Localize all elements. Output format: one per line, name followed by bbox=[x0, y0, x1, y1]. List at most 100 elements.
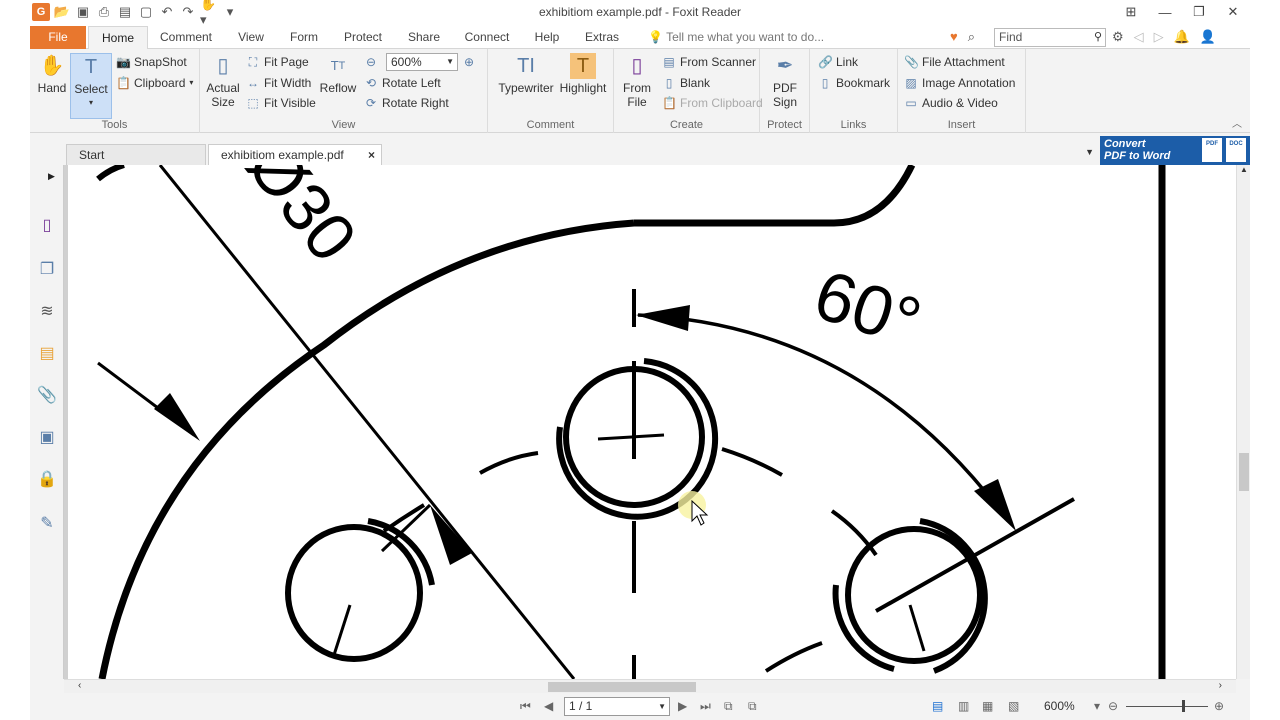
pdf-to-word-icon: PDF DOC bbox=[1202, 138, 1246, 162]
security-lock-icon[interactable]: 🔒 bbox=[35, 467, 59, 491]
close-button[interactable]: ✕ bbox=[1216, 0, 1250, 24]
search-icon[interactable]: ⚲ bbox=[1094, 29, 1102, 46]
right-frame bbox=[1250, 0, 1280, 720]
image-annotation-button[interactable]: ▨ Image Annotation bbox=[904, 74, 1015, 92]
previous-page-icon[interactable]: ◀ bbox=[544, 699, 553, 713]
file-tab[interactable]: File bbox=[30, 26, 86, 49]
restore-button[interactable]: ❐ bbox=[1182, 0, 1216, 24]
reflow-label: Reflow bbox=[319, 81, 357, 95]
zoom-slider-knob[interactable] bbox=[1182, 700, 1185, 712]
audio-video-button[interactable]: ▭ Audio & Video bbox=[904, 94, 998, 112]
tab-home[interactable]: Home bbox=[88, 26, 148, 50]
forward-icon[interactable]: ▷ bbox=[1154, 29, 1164, 45]
heart-icon[interactable]: ♥ bbox=[950, 29, 958, 45]
scroll-left-icon[interactable]: ‹ bbox=[78, 680, 81, 691]
tab-comment[interactable]: Comment bbox=[154, 26, 218, 49]
scroll-right-icon[interactable]: › bbox=[1219, 680, 1222, 691]
continuous-view-icon[interactable]: ▥ bbox=[958, 699, 969, 713]
angle-dimension-label: 60° bbox=[805, 255, 930, 362]
notification-bell-icon[interactable]: 🔔 bbox=[1174, 29, 1190, 45]
ribbon-options-icon[interactable]: ⊞ bbox=[1114, 0, 1148, 24]
page-number-value: 1 / 1 bbox=[569, 699, 593, 713]
first-page-icon[interactable]: ⏮ bbox=[520, 699, 531, 714]
back-icon[interactable]: ◁ bbox=[1134, 29, 1144, 45]
from-clipboard-button[interactable]: 📋 From Clipboard bbox=[662, 94, 763, 112]
hand-icon: ✋ bbox=[39, 55, 65, 77]
fit-visible-button[interactable]: ⬚ Fit Visible bbox=[246, 94, 315, 112]
layers-panel-icon[interactable]: ≋ bbox=[35, 299, 59, 323]
fit-width-button[interactable]: ↔ Fit Width bbox=[246, 74, 311, 92]
next-view-icon[interactable]: ⧉ bbox=[748, 699, 757, 714]
digital-id-icon[interactable]: ✎ bbox=[35, 511, 59, 535]
page-number-field[interactable]: 1 / 1 ▼ bbox=[564, 697, 670, 716]
zoom-out-icon[interactable]: ⊖ bbox=[1108, 699, 1118, 713]
horizontal-scrollbar[interactable]: ‹ › bbox=[64, 679, 1236, 693]
reflow-button[interactable]: TT Reflow bbox=[318, 53, 358, 96]
attachments-panel-icon[interactable]: 📎 bbox=[35, 383, 59, 407]
snapshot-button[interactable]: 📷 SnapShot bbox=[116, 53, 187, 71]
zoom-in-icon[interactable]: ⊕ bbox=[1214, 699, 1224, 713]
tab-connect[interactable]: Connect bbox=[462, 26, 512, 49]
previous-view-icon[interactable]: ⧉ bbox=[724, 699, 733, 714]
window-title: exhibitiom example.pdf - Foxit Reader bbox=[538, 5, 742, 19]
tab-form[interactable]: Form bbox=[284, 26, 324, 49]
tab-share[interactable]: Share bbox=[404, 26, 444, 49]
highlight-button[interactable]: T Highlight bbox=[558, 53, 608, 95]
actual-size-button[interactable]: ▯ Actual Size bbox=[204, 53, 242, 109]
technical-drawing: Ø30 60° bbox=[64, 165, 1166, 679]
last-page-icon[interactable]: ⏭ bbox=[700, 699, 711, 714]
blank-button[interactable]: ▯ Blank bbox=[662, 74, 710, 92]
next-page-icon[interactable]: ▶ bbox=[678, 699, 687, 713]
pdf-sign-button[interactable]: ✒ PDF Sign bbox=[766, 53, 804, 109]
bookmark-button[interactable]: ▯ Bookmark bbox=[818, 74, 890, 92]
signatures-panel-icon[interactable]: ▣ bbox=[35, 425, 59, 449]
zoom-select[interactable]: 600% ▼ bbox=[386, 53, 458, 71]
link-button[interactable]: 🔗 Link bbox=[818, 53, 858, 71]
tab-extras[interactable]: Extras bbox=[582, 26, 622, 49]
tab-list-dropdown-icon[interactable]: ▼ bbox=[1085, 147, 1094, 157]
file-attachment-button[interactable]: 📎 File Attachment bbox=[904, 53, 1005, 71]
single-page-view-icon[interactable]: ▤ bbox=[932, 699, 943, 713]
zoom-out-button[interactable]: ⊖ bbox=[364, 53, 378, 71]
document-view[interactable]: Ø30 60° bbox=[64, 165, 1236, 679]
comments-panel-icon[interactable]: ▤ bbox=[35, 341, 59, 365]
vertical-scrollbar[interactable]: ▲ bbox=[1236, 165, 1250, 679]
user-account-icon[interactable]: 👤 bbox=[1200, 29, 1216, 45]
zoom-in-button[interactable]: ⊕ bbox=[462, 53, 476, 71]
continuous-facing-view-icon[interactable]: ▧ bbox=[1008, 699, 1019, 713]
clipboard-button[interactable]: 📋 Clipboard ▾ bbox=[116, 74, 193, 92]
select-text-icon: T bbox=[84, 56, 98, 78]
tab-help[interactable]: Help bbox=[530, 26, 564, 49]
vertical-scroll-thumb[interactable] bbox=[1239, 453, 1249, 491]
pages-panel-icon[interactable]: ❐ bbox=[35, 257, 59, 281]
find-input[interactable]: Find ⚲ bbox=[994, 28, 1106, 47]
close-tab-icon[interactable]: × bbox=[368, 145, 375, 165]
scroll-up-icon[interactable]: ▲ bbox=[1239, 165, 1249, 175]
search-doc-icon[interactable]: ⌕ bbox=[968, 29, 975, 45]
rotate-left-button[interactable]: ⟲ Rotate Left bbox=[364, 74, 441, 92]
start-tab[interactable]: Start bbox=[66, 144, 206, 165]
typewriter-button[interactable]: TI Typewriter bbox=[496, 53, 556, 95]
facing-view-icon[interactable]: ▦ bbox=[982, 699, 993, 713]
horizontal-scroll-thumb[interactable] bbox=[548, 682, 696, 692]
zoom-slider[interactable] bbox=[1126, 700, 1208, 712]
select-tool-button[interactable]: T Select ▾ bbox=[70, 53, 112, 119]
minimize-button[interactable]: — bbox=[1148, 0, 1182, 24]
fit-page-button[interactable]: ⛶ Fit Page bbox=[246, 53, 309, 71]
zoom-dropdown-icon[interactable]: ▾ bbox=[1094, 699, 1100, 713]
tell-me-search[interactable]: 💡 Tell me what you want to do... bbox=[648, 30, 824, 44]
image-annotation-label: Image Annotation bbox=[922, 76, 1016, 90]
collapse-ribbon-icon[interactable]: ︿ bbox=[1232, 115, 1242, 130]
tab-protect[interactable]: Protect bbox=[338, 26, 388, 49]
view-group: ▯ Actual Size ⛶ Fit Page ↔ Fit Width ⬚ Fit … bbox=[200, 49, 488, 133]
settings-gear-icon[interactable]: ⚙ bbox=[1112, 29, 1124, 45]
document-tab[interactable]: exhibitiom example.pdf × bbox=[208, 144, 382, 165]
rotate-right-button[interactable]: ⟳ Rotate Right bbox=[364, 94, 449, 112]
tab-view[interactable]: View bbox=[228, 26, 274, 49]
bookmarks-panel-icon[interactable]: ▯ bbox=[35, 213, 59, 237]
convert-pdf-to-word-banner[interactable]: Convert PDF to Word PDF DOC bbox=[1100, 136, 1250, 165]
expand-panel-icon[interactable]: ▶ bbox=[48, 171, 55, 182]
from-file-button[interactable]: ▯ From File bbox=[618, 53, 656, 109]
hand-tool-button[interactable]: ✋ Hand bbox=[34, 53, 70, 95]
from-scanner-button[interactable]: ▤ From Scanner bbox=[662, 53, 756, 71]
